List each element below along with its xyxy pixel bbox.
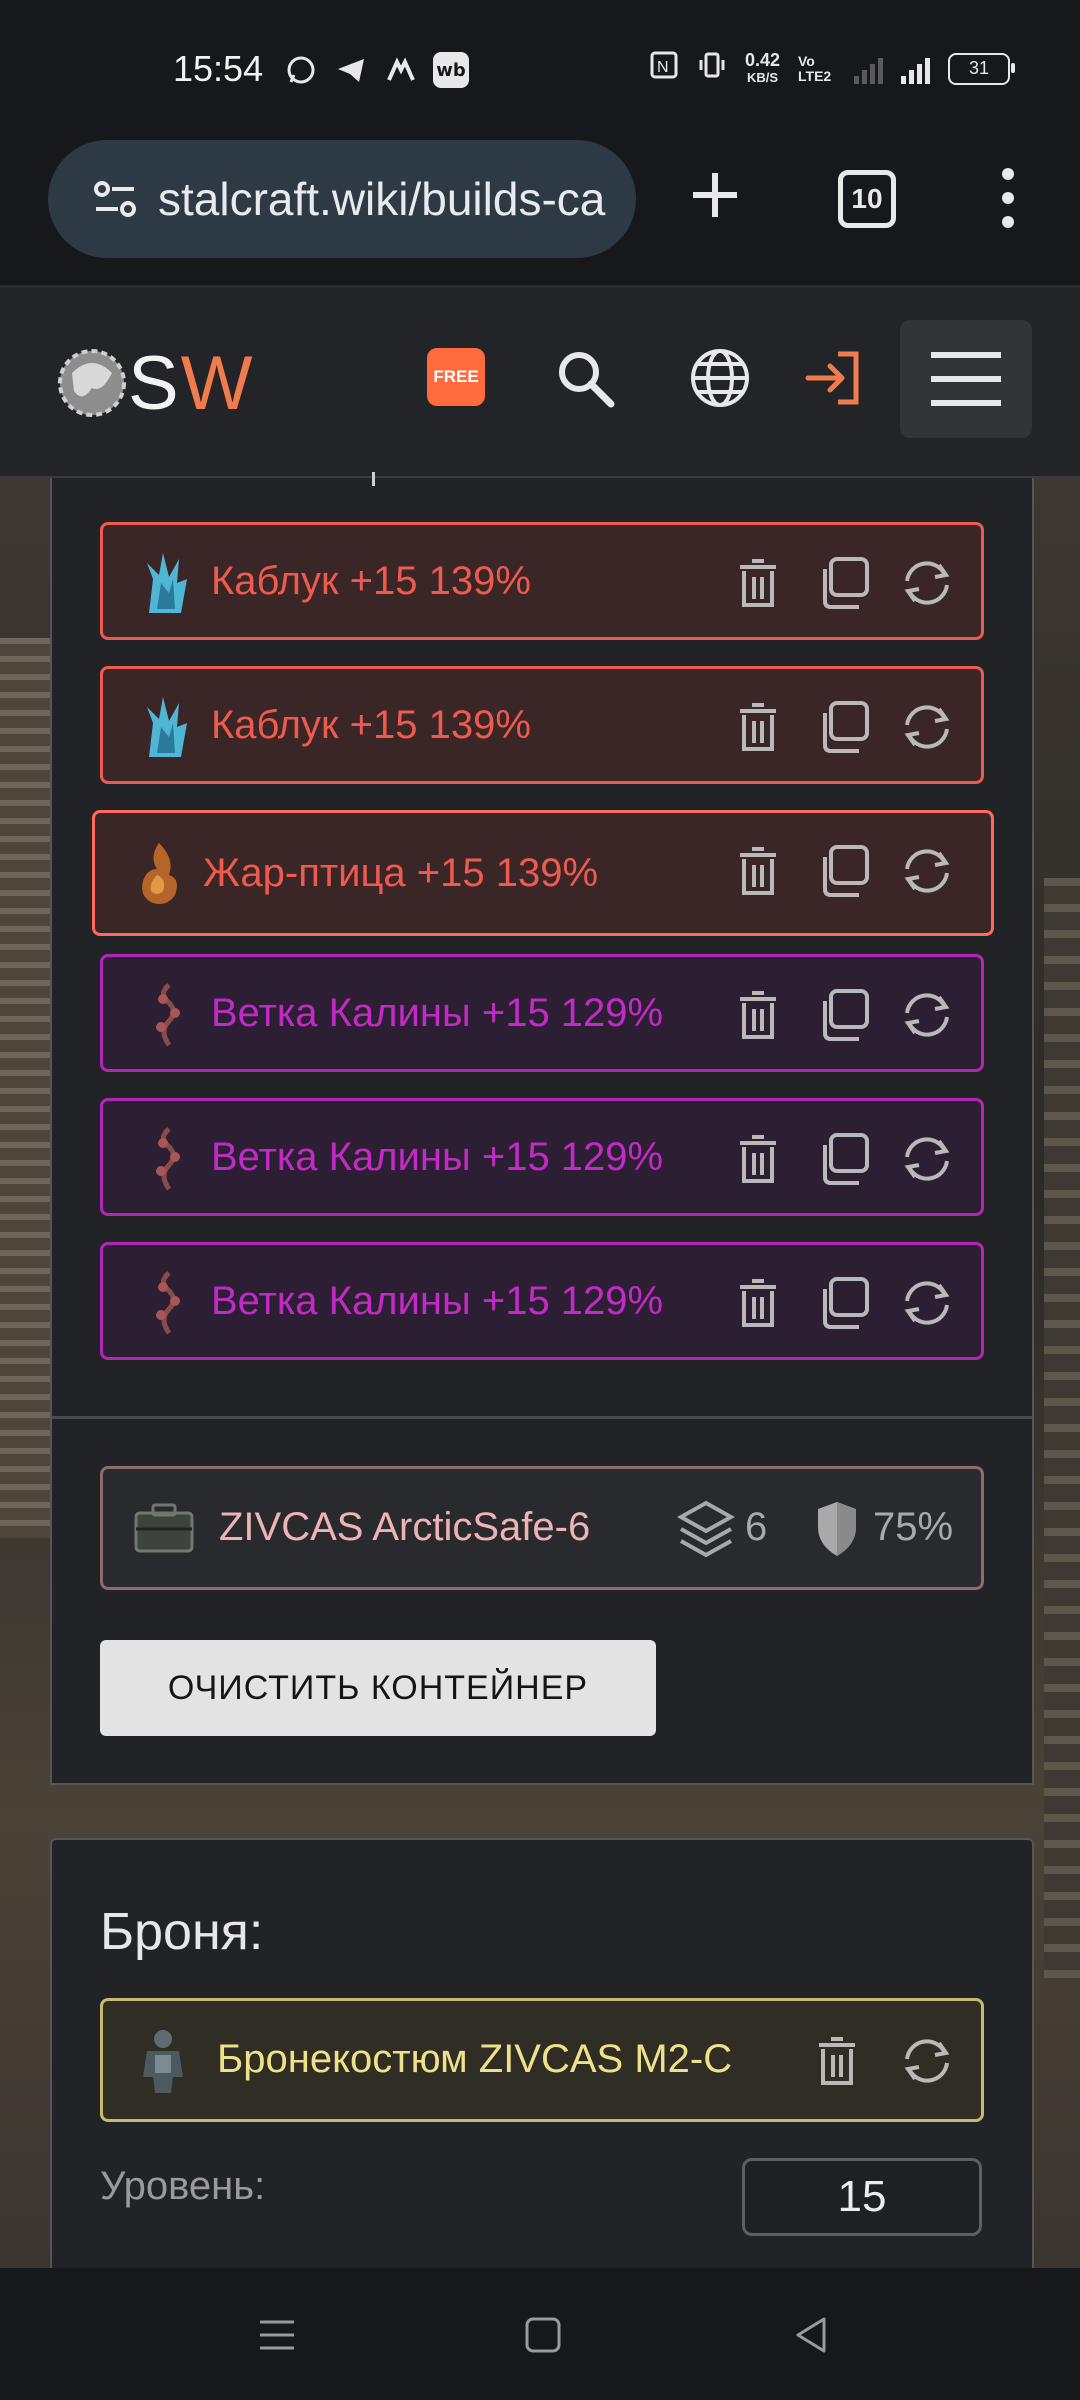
artifact-name: Ветка Калины +15 129% <box>211 990 664 1035</box>
replace-icon[interactable] <box>899 1131 955 1187</box>
artifact-row[interactable]: Ветка Калины +15 129% <box>100 1098 984 1216</box>
artifact-row[interactable]: Каблук +15 139% <box>100 522 984 640</box>
net-speed-unit: KB/S <box>746 69 778 85</box>
new-tab-icon[interactable] <box>685 165 745 225</box>
copy-icon[interactable] <box>815 699 871 755</box>
artifact-row[interactable]: Ветка Калины +15 129% <box>100 1242 984 1360</box>
hamburger-menu-button[interactable] <box>900 320 1032 438</box>
artifact-name: Каблук +15 139% <box>211 702 531 747</box>
artifact-row[interactable]: Каблук +15 139% <box>100 666 984 784</box>
copy-icon[interactable] <box>815 843 871 899</box>
copy-icon[interactable] <box>815 555 871 611</box>
artifact-name: Каблук +15 139% <box>211 558 531 603</box>
armor-name: Бронекостюм ZIVCAS M2-C <box>217 2037 733 2081</box>
artifacts-panel: Каблук +15 139% Каблук +15 139% Жар-птиц… <box>50 472 1034 1785</box>
url-text[interactable]: stalcraft.wiki/builds-ca <box>158 172 618 226</box>
replace-icon[interactable] <box>899 1275 955 1331</box>
search-icon[interactable] <box>553 346 617 410</box>
hamburger-icon <box>931 352 1001 406</box>
armor-panel: Броня: Бронекостюм ZIVCAS M2-C Уровень: <box>50 1838 1034 2272</box>
artifact-name: Ветка Калины +15 129% <box>211 1134 664 1179</box>
artifact-row[interactable]: Ветка Калины +15 129% <box>100 954 984 1072</box>
site-settings-icon[interactable] <box>90 174 140 224</box>
branch-icon <box>156 1127 180 1191</box>
telegram-icon <box>333 52 369 88</box>
crystal-icon <box>147 697 187 757</box>
free-badge-button[interactable]: FREE <box>427 348 485 406</box>
tab-switcher-button[interactable]: 10 <box>838 170 896 228</box>
copy-icon[interactable] <box>815 987 871 1043</box>
replace-icon[interactable] <box>899 555 955 611</box>
status-indicators: N 0.42 KB/S Vo LTE2 31 <box>649 50 1015 87</box>
container-protection: 75% <box>873 1505 954 1549</box>
system-nav-bar <box>0 2268 1080 2400</box>
battery-icon: 31 <box>948 52 1015 85</box>
browser-toolbar: stalcraft.wiki/builds-ca 10 <box>0 140 1080 288</box>
more-menu-icon[interactable] <box>996 166 1020 230</box>
login-icon[interactable] <box>802 346 866 410</box>
branch-icon <box>156 983 180 1047</box>
copy-icon[interactable] <box>815 1275 871 1331</box>
volte-label: Vo LTE2 <box>798 52 832 84</box>
delete-icon[interactable] <box>730 843 786 899</box>
delete-icon[interactable] <box>730 1275 786 1331</box>
status-app-icons: wb <box>283 52 469 88</box>
replace-icon[interactable] <box>899 2033 955 2089</box>
artifact-name: Ветка Калины +15 129% <box>211 1278 664 1323</box>
container-name: ZIVCAS ArcticSafe-6 <box>219 1505 591 1549</box>
nfc-icon: N <box>649 50 679 87</box>
panel-divider <box>52 1416 1032 1419</box>
armor-row[interactable]: Бронекостюм ZIVCAS M2-C <box>100 1998 984 2122</box>
svg-text:N: N <box>657 59 669 76</box>
vibrate-icon <box>697 50 727 87</box>
address-bar[interactable]: stalcraft.wiki/builds-ca <box>48 140 636 258</box>
wb-icon: wb <box>433 52 469 88</box>
container-row[interactable]: ZIVCAS ArcticSafe-6 6 75% <box>100 1466 984 1590</box>
site-logo-icon[interactable] <box>52 343 132 423</box>
fire-icon <box>142 843 177 904</box>
app-icon <box>383 52 419 88</box>
signal-2-icon <box>901 54 930 84</box>
replace-icon[interactable] <box>899 843 955 899</box>
net-speed-value: 0.42 <box>744 49 780 70</box>
armor-heading: Броня: <box>100 1903 264 1961</box>
clipped-heading <box>372 472 405 486</box>
branch-icon <box>156 1271 180 1335</box>
armor-suit-icon <box>143 2030 183 2093</box>
delete-icon[interactable] <box>730 699 786 755</box>
copy-icon[interactable] <box>815 1131 871 1187</box>
clear-container-button[interactable]: ОЧИСТИТЬ КОНТЕЙНЕР <box>100 1640 656 1736</box>
whatsapp-icon <box>283 52 319 88</box>
home-icon[interactable] <box>522 2314 564 2356</box>
replace-icon[interactable] <box>899 699 955 755</box>
status-time: 15:54 <box>173 48 264 89</box>
delete-icon[interactable] <box>809 2033 865 2089</box>
layers-icon <box>677 1500 735 1558</box>
shield-icon <box>818 1502 856 1556</box>
back-icon[interactable] <box>790 2314 832 2356</box>
container-case-icon <box>134 1503 194 1553</box>
delete-icon[interactable] <box>730 555 786 611</box>
delete-icon[interactable] <box>730 1131 786 1187</box>
logo-letter-s: S <box>128 341 181 426</box>
site-header: SW FREE <box>0 288 1080 478</box>
replace-icon[interactable] <box>899 987 955 1043</box>
level-label: Уровень: <box>100 2164 266 2208</box>
level-input[interactable] <box>742 2158 982 2236</box>
status-bar: 15:54 wb N 0.42 KB/S Vo LTE2 31 <box>0 0 1080 140</box>
recent-apps-icon[interactable] <box>256 2314 298 2356</box>
net-speed: 0.42 KB/S <box>745 51 780 87</box>
signal-1-icon <box>854 54 883 84</box>
logo-letter-w: W <box>180 341 255 426</box>
artifact-row[interactable]: Жар-птица +15 139% <box>92 810 994 936</box>
crystal-icon <box>147 553 187 613</box>
globe-icon[interactable] <box>688 346 752 410</box>
artifact-name: Жар-птица +15 139% <box>203 850 599 895</box>
site-logo-text[interactable]: SW <box>128 340 254 427</box>
container-slots: 6 <box>745 1505 768 1549</box>
delete-icon[interactable] <box>730 987 786 1043</box>
